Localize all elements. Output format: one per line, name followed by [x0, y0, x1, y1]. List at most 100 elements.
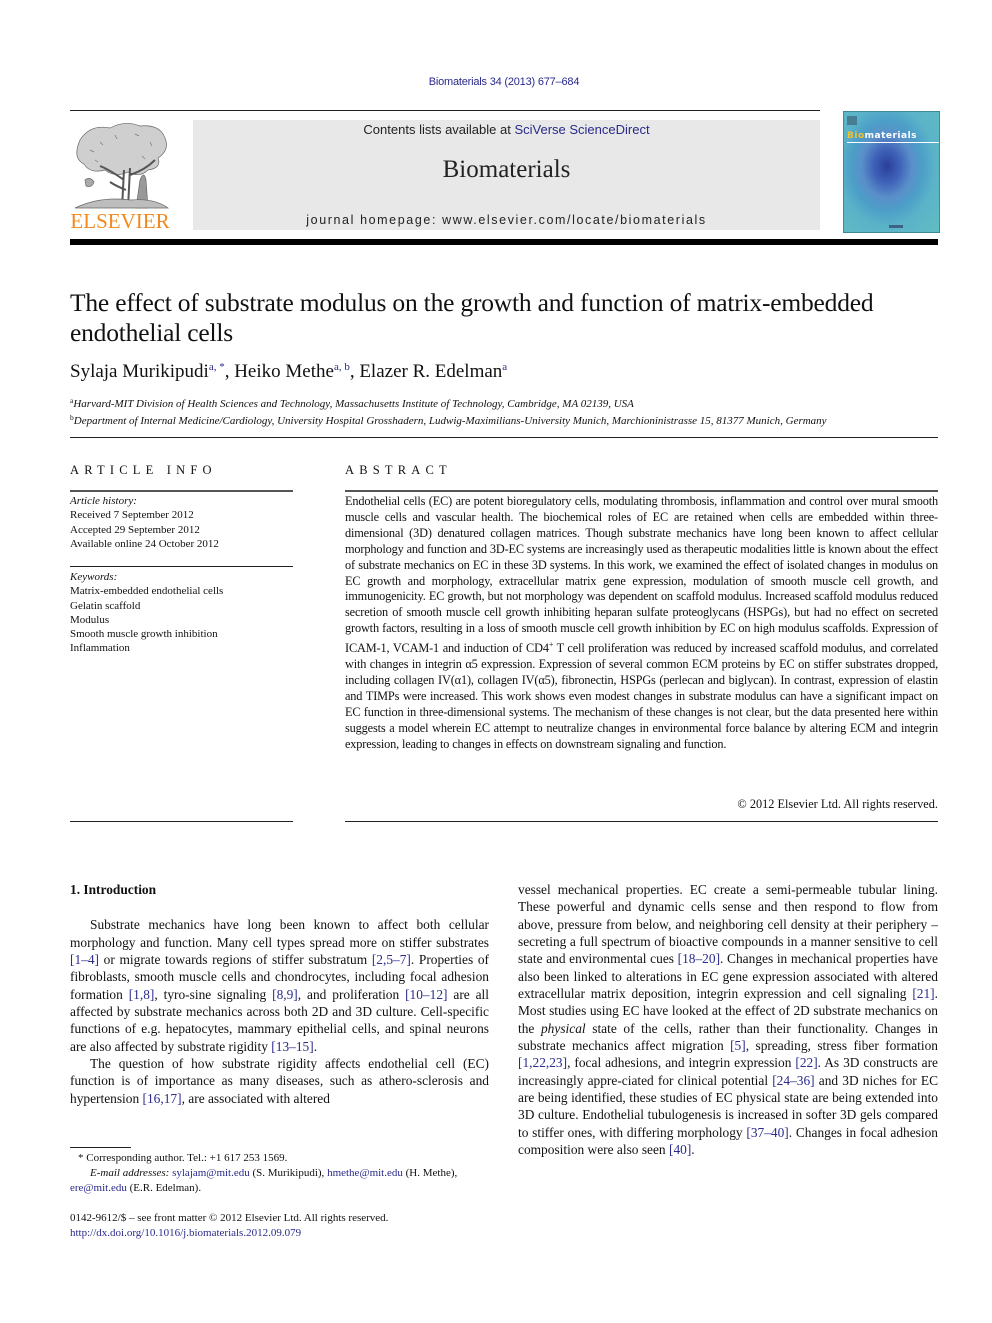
- history-online: Available online 24 October 2012: [70, 537, 219, 550]
- corresponding-author-note: * Corresponding author. Tel.: +1 617 253…: [70, 1151, 500, 1166]
- text-run: , focal adhesions, and integrin expressi…: [567, 1055, 796, 1071]
- citation-link[interactable]: [22]: [795, 1055, 817, 1070]
- affiliation: aHarvard-MIT Division of Health Sciences…: [70, 394, 950, 411]
- citation-link[interactable]: [40]: [669, 1142, 691, 1157]
- cover-rule: [847, 142, 939, 143]
- text-run: , are associated with altered: [181, 1090, 330, 1106]
- author-name: Heiko Methe: [234, 361, 334, 382]
- citation-link[interactable]: [21]: [912, 986, 934, 1001]
- journal-banner: Contents lists available at SciVerse Sci…: [193, 120, 820, 230]
- citation-link[interactable]: [16,17]: [143, 1091, 182, 1106]
- citation-link[interactable]: [1,22,23]: [518, 1055, 567, 1070]
- text-run: Substrate mechanics have long been known…: [70, 917, 489, 950]
- history-label: Article history:: [70, 495, 137, 507]
- article-info-rule: [70, 490, 293, 492]
- history-received: Received 7 September 2012: [70, 509, 194, 522]
- article-history: Article history: Received 7 September 20…: [70, 494, 219, 551]
- italic-text: physical: [540, 1020, 586, 1036]
- cover-footer-mark: [889, 225, 903, 228]
- author[interactable]: Heiko Methea, b: [234, 361, 350, 382]
- author[interactable]: Elazer R. Edelmana: [359, 361, 507, 382]
- text-run: or migrate towards regions of stiffer su…: [99, 952, 372, 968]
- email-owner: (H. Methe),: [402, 1167, 458, 1179]
- header-separator: [70, 437, 938, 438]
- keywords: Keywords: Matrix-embedded endothelial ce…: [70, 570, 223, 656]
- body-column-right: vessel mechanical properties. EC create …: [518, 881, 938, 1159]
- abstract-bottom-rule: [345, 821, 938, 822]
- issn-copyright: 0142-9612/$ – see front matter © 2012 El…: [70, 1212, 389, 1224]
- article-info-divider: [70, 566, 293, 567]
- author-affil-sup[interactable]: a: [502, 361, 507, 373]
- front-matter: 0142-9612/$ – see front matter © 2012 El…: [70, 1211, 500, 1241]
- homepage-prefix: journal homepage:: [306, 213, 443, 227]
- journal-homepage-link[interactable]: www.elsevier.com/locate/biomaterials: [442, 213, 707, 227]
- affiliation: bDepartment of Internal Medicine/Cardiol…: [70, 411, 950, 428]
- keyword[interactable]: Smooth muscle growth inhibition: [70, 627, 223, 641]
- citation-link[interactable]: [10–12]: [405, 987, 447, 1002]
- affiliation-text: Harvard-MIT Division of Health Sciences …: [73, 398, 634, 410]
- article-title: The effect of substrate modulus on the g…: [70, 288, 874, 347]
- citation-link[interactable]: [13–15]: [271, 1039, 313, 1054]
- cover-elsevier-emblem-icon: [847, 116, 857, 125]
- footnote-rule: [70, 1147, 131, 1148]
- citation-link[interactable]: [1–4]: [70, 952, 99, 967]
- cover-title-bio: Bio: [847, 131, 865, 141]
- journal-cover-thumbnail[interactable]: Biomaterials: [843, 111, 940, 233]
- paragraph: The question of how substrate rigidity a…: [70, 1055, 489, 1107]
- footnotes: * Corresponding author. Tel.: +1 617 253…: [70, 1151, 500, 1196]
- masthead-top-rule: [70, 110, 820, 111]
- email-owner: (E.R. Edelman).: [126, 1182, 202, 1194]
- email-addresses-cont: ere@mit.edu (E.R. Edelman).: [70, 1181, 500, 1196]
- citation-link[interactable]: [8,9]: [272, 987, 298, 1002]
- keyword[interactable]: Gelatin scaffold: [70, 599, 223, 613]
- author-name: Elazer R. Edelman: [359, 361, 503, 382]
- sciencedirect-link[interactable]: SciVerse ScienceDirect: [514, 122, 649, 137]
- abstract-copyright: © 2012 Elsevier Ltd. All rights reserved…: [737, 797, 938, 811]
- history-accepted: Accepted 29 September 2012: [70, 523, 200, 536]
- author-separator: ,: [349, 361, 360, 382]
- citation-link[interactable]: [1,8]: [129, 987, 155, 1002]
- abstract-rule: [345, 490, 938, 492]
- body-column-left: 1. Introduction Substrate mechanics have…: [70, 881, 489, 1107]
- abstract-heading: ABSTRACT: [345, 463, 452, 477]
- email-link[interactable]: sylajam@mit.edu: [172, 1167, 250, 1179]
- keyword[interactable]: Matrix-embedded endothelial cells: [70, 584, 223, 598]
- affiliation-text: Department of Internal Medicine/Cardiolo…: [73, 415, 827, 427]
- email-link[interactable]: ere@mit.edu: [70, 1182, 127, 1194]
- text-run: , and proliferation: [297, 986, 406, 1002]
- citation-link[interactable]: [18–20]: [678, 951, 720, 966]
- affiliations: aHarvard-MIT Division of Health Sciences…: [70, 394, 950, 428]
- abstract-text: Endothelial cells (EC) are potent bioreg…: [345, 494, 938, 753]
- elsevier-logo[interactable]: ELSEVIER: [70, 120, 170, 232]
- article-info-heading: ARTICLE INFO: [70, 463, 217, 477]
- doi-link[interactable]: http://dx.doi.org/10.1016/j.biomaterials…: [70, 1227, 301, 1239]
- text-run: .: [313, 1038, 318, 1054]
- author-affil-sup[interactable]: a, b: [334, 361, 350, 373]
- keyword[interactable]: Inflammation: [70, 641, 223, 655]
- citation-link[interactable]: [2,5–7]: [372, 952, 411, 967]
- author-affil-sup[interactable]: a, *: [209, 361, 225, 373]
- email-label: E-mail addresses:: [90, 1167, 170, 1179]
- homepage-line: journal homepage: www.elsevier.com/locat…: [193, 213, 820, 227]
- citation-link[interactable]: [37–40]: [746, 1125, 788, 1140]
- author-separator: ,: [224, 361, 235, 382]
- article-info-bottom-rule: [70, 821, 293, 822]
- elsevier-wordmark: ELSEVIER: [70, 209, 170, 233]
- paragraph: Substrate mechanics have long been known…: [70, 916, 489, 1055]
- running-head-citation[interactable]: Biomaterials 34 (2013) 677–684: [0, 76, 992, 88]
- author[interactable]: Sylaja Murikipudia, *: [70, 361, 225, 382]
- section-heading-introduction: 1. Introduction: [70, 882, 157, 897]
- email-link[interactable]: hmethe@mit.edu: [327, 1167, 403, 1179]
- keywords-label: Keywords:: [70, 571, 118, 583]
- citation-link[interactable]: [5]: [730, 1038, 746, 1053]
- author-list: Sylaja Murikipudia, *, Heiko Methea, b, …: [70, 361, 507, 383]
- abstract-text-part: T cell proliferation was reduced by incr…: [345, 641, 938, 751]
- abstract-text-part: Endothelial cells (EC) are potent bioreg…: [345, 494, 938, 656]
- corresponding-author-text: Corresponding author. Tel.: +1 617 253 1…: [86, 1152, 288, 1164]
- citation-link[interactable]: [24–36]: [772, 1073, 814, 1088]
- journal-name: Biomaterials: [442, 156, 571, 183]
- cover-title: Biomaterials: [847, 131, 917, 141]
- footnote-star: *: [78, 1152, 84, 1164]
- keyword[interactable]: Modulus: [70, 613, 223, 627]
- elsevier-tree-icon: [74, 123, 170, 209]
